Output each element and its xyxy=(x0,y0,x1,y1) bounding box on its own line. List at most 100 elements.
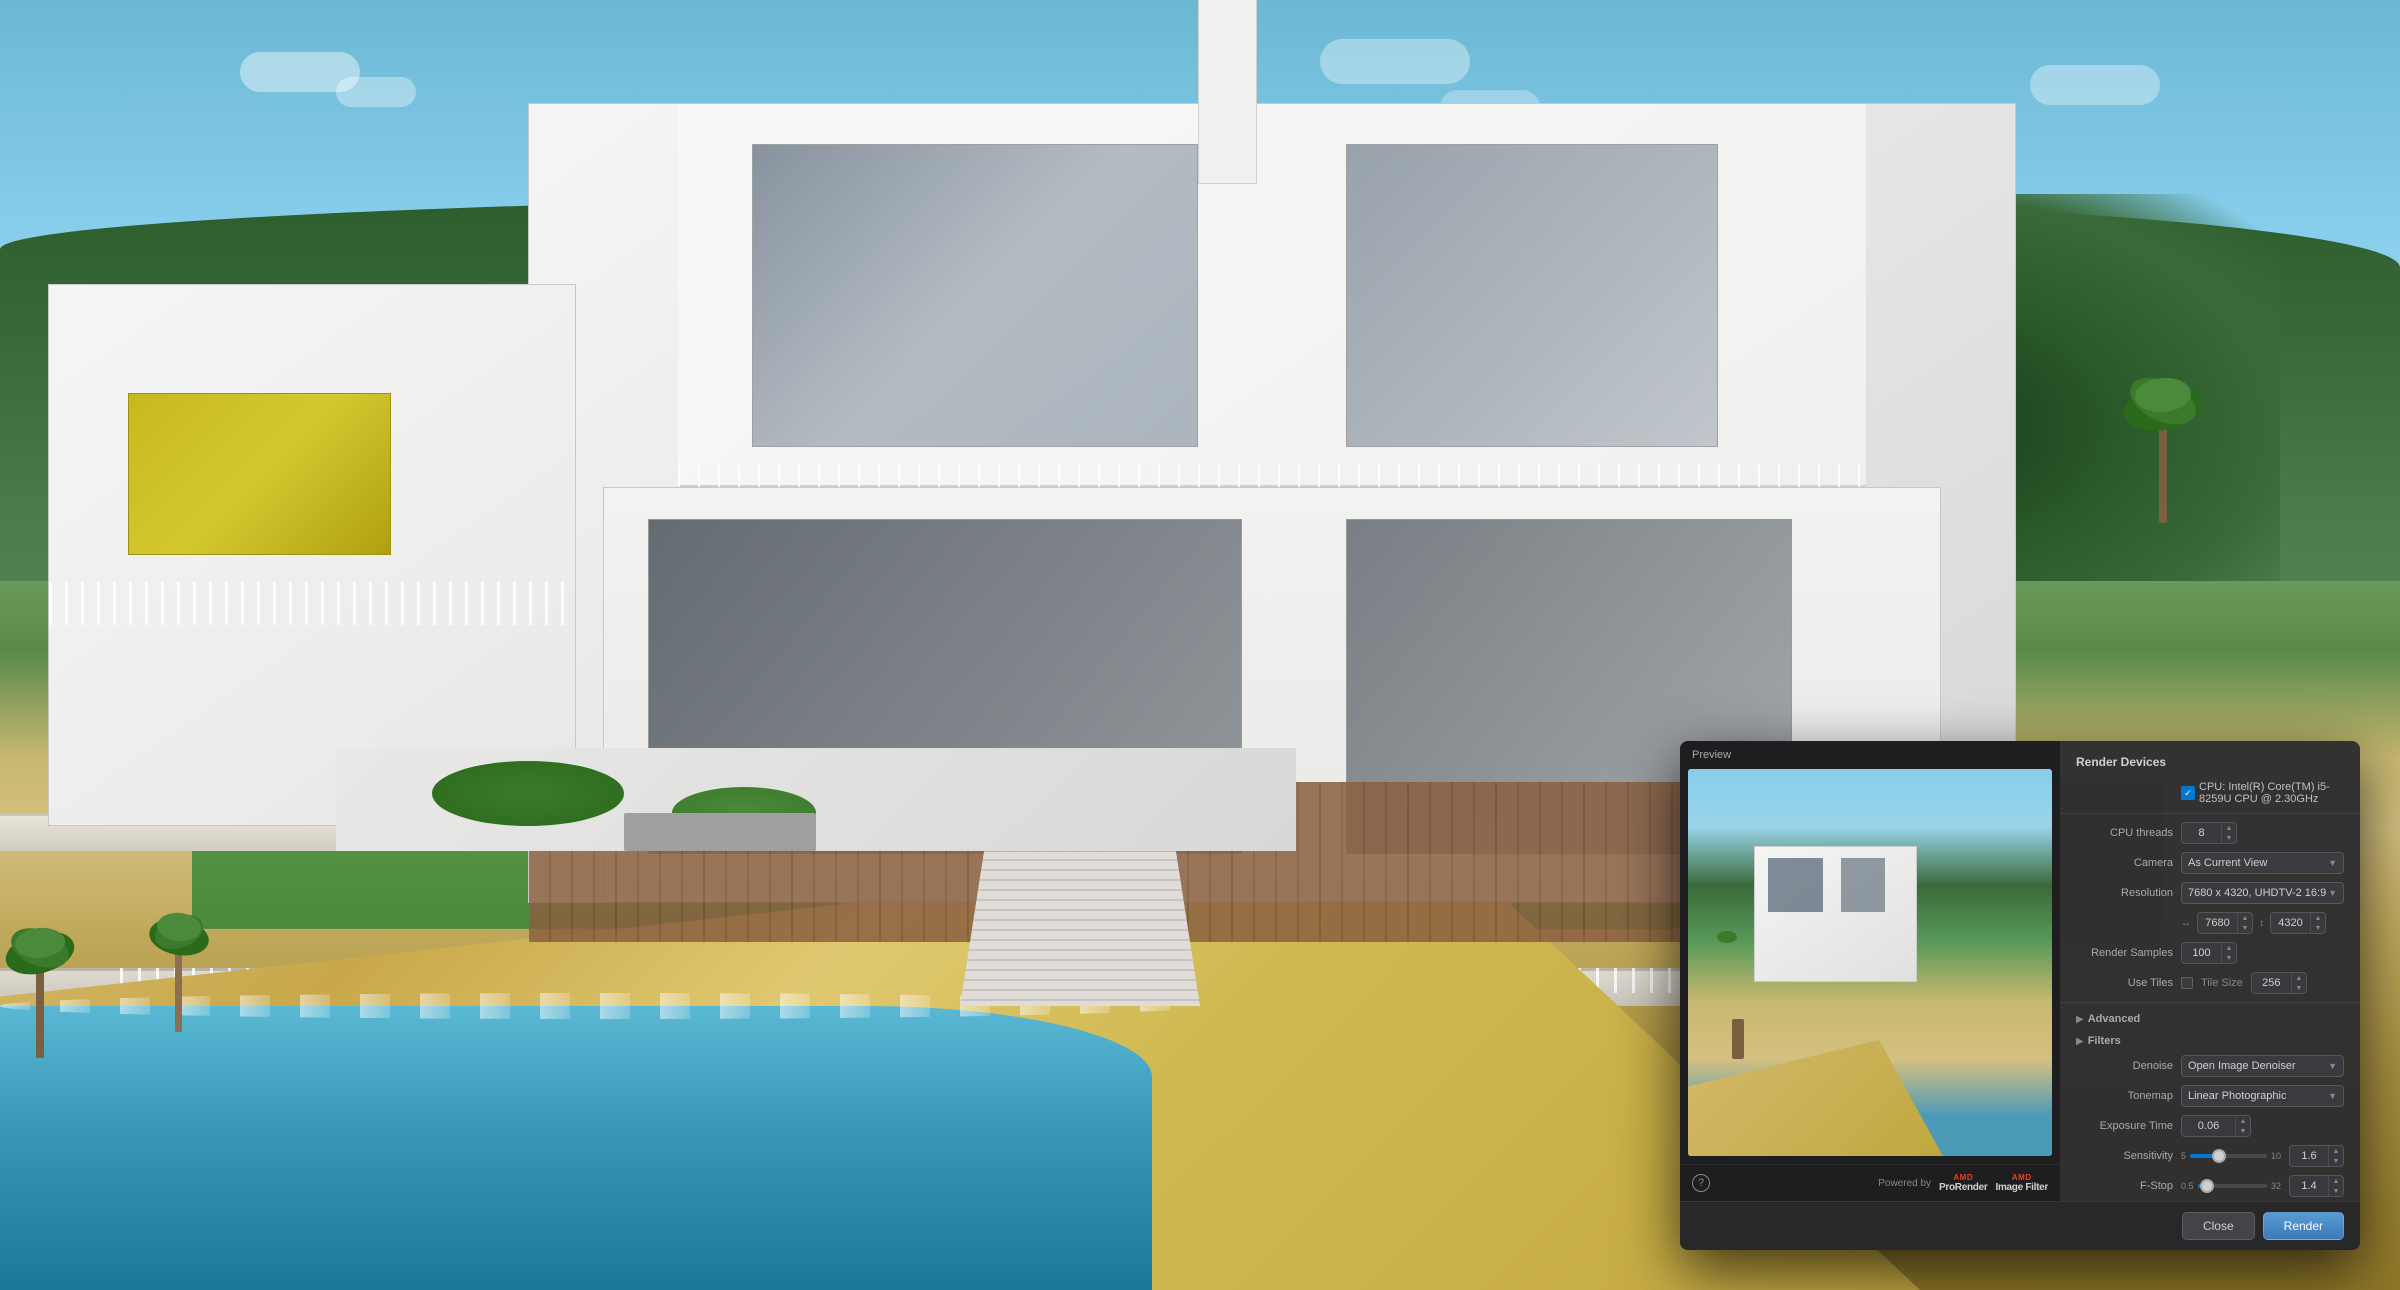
exposure-input[interactable]: 0.06 ▲ ▼ xyxy=(2181,1115,2251,1137)
height-field[interactable]: 4320 ▲ ▼ xyxy=(2270,912,2326,934)
fstop-down[interactable]: ▼ xyxy=(2329,1186,2343,1196)
preview-palm-trunk xyxy=(1732,1019,1744,1059)
tile-size-label: Tile Size xyxy=(2201,977,2243,989)
fstop-value: 1.4 xyxy=(2290,1180,2328,1192)
tiles-row: Use Tiles Tile Size 256 ▲ ▼ xyxy=(2060,968,2360,998)
denoise-dropdown[interactable]: Open Image Denoiser ▼ xyxy=(2181,1055,2344,1077)
tile-size-spinners: ▲ ▼ xyxy=(2291,973,2306,993)
advanced-label: Advanced xyxy=(2088,1013,2141,1025)
render-button[interactable]: Render xyxy=(2263,1212,2344,1240)
brand-imagefilter: AMD Image Filter xyxy=(1995,1173,2048,1193)
camera-dropdown[interactable]: As Current View ▼ xyxy=(2181,852,2344,874)
camera-control: As Current View ▼ xyxy=(2181,852,2344,874)
filters-toggle[interactable]: ▶ Filters xyxy=(2060,1029,2360,1051)
sensitivity-track xyxy=(2190,1154,2267,1158)
help-button[interactable]: ? xyxy=(1692,1174,1710,1192)
powered-by-section: Powered by AMD ProRender AMD Image Filte… xyxy=(1878,1173,2048,1193)
device-checkbox[interactable] xyxy=(2181,786,2195,800)
advanced-arrow: ▶ xyxy=(2076,1014,2084,1025)
cpu-threads-value: 8 xyxy=(2182,827,2221,839)
resolution-dropdown-arrow: ▼ xyxy=(2328,888,2337,898)
settings-section: Render Devices CPU: Intel(R) Core(TM) i5… xyxy=(2060,741,2360,1201)
filters-arrow: ▶ xyxy=(2076,1036,2084,1047)
tonemap-value: Linear Photographic xyxy=(2188,1090,2286,1102)
palm-tree-1 xyxy=(0,878,80,1058)
height-up[interactable]: ▲ xyxy=(2311,913,2325,923)
brand2-name: Image Filter xyxy=(1995,1182,2048,1193)
height-down[interactable]: ▼ xyxy=(2311,923,2325,933)
separator-2 xyxy=(2060,1002,2360,1003)
preview-image xyxy=(1688,769,2052,1156)
width-up[interactable]: ▲ xyxy=(2238,913,2252,923)
denoise-label: Denoise xyxy=(2076,1060,2181,1072)
sensitivity-down[interactable]: ▼ xyxy=(2329,1156,2343,1166)
cloud xyxy=(2030,65,2160,105)
preview-footer: ? Powered by AMD ProRender AMD Image Fil… xyxy=(1680,1164,2060,1201)
sensitivity-thumb[interactable] xyxy=(2212,1149,2226,1163)
outdoor-table xyxy=(624,813,816,852)
powered-by-text: Powered by xyxy=(1878,1178,1931,1189)
use-tiles-label: Use Tiles xyxy=(2076,977,2181,989)
brand1-name: ProRender xyxy=(1939,1182,1987,1193)
height-icon: ↕ xyxy=(2259,918,2264,929)
resolution-row: Resolution 7680 x 4320, UHDTV-2 16:9 ▼ xyxy=(2060,878,2360,908)
preview-window-1 xyxy=(1768,858,1823,912)
sensitivity-max: 10 xyxy=(2271,1151,2281,1161)
close-button[interactable]: Close xyxy=(2182,1212,2255,1240)
fstop-value-field[interactable]: 1.4 ▲ ▼ xyxy=(2289,1175,2344,1197)
camera-value: As Current View xyxy=(2188,857,2267,869)
fstop-track xyxy=(2198,1184,2267,1188)
cpu-threads-input[interactable]: 8 ▲ ▼ xyxy=(2181,822,2237,844)
cloud xyxy=(1320,39,1470,84)
width-value: 7680 xyxy=(2198,917,2237,929)
sensitivity-up[interactable]: ▲ xyxy=(2329,1146,2343,1156)
fstop-spinners: ▲ ▼ xyxy=(2328,1176,2343,1196)
width-field[interactable]: 7680 ▲ ▼ xyxy=(2197,912,2253,934)
camera-label: Camera xyxy=(2076,857,2181,869)
render-samples-value: 100 xyxy=(2182,947,2221,959)
cpu-threads-spinners: ▲ ▼ xyxy=(2221,823,2236,843)
cpu-threads-down[interactable]: ▼ xyxy=(2222,833,2236,843)
brand2-amd: AMD xyxy=(2012,1173,2032,1182)
fstop-thumb[interactable] xyxy=(2200,1179,2214,1193)
sensitivity-fill xyxy=(2190,1154,2213,1158)
cpu-threads-up[interactable]: ▲ xyxy=(2222,823,2236,833)
render-samples-input[interactable]: 100 ▲ ▼ xyxy=(2181,942,2237,964)
width-icon: ↔ xyxy=(2181,918,2191,929)
separator-1 xyxy=(2060,813,2360,814)
tile-size-down[interactable]: ▼ xyxy=(2292,983,2306,993)
palm-tree-2 xyxy=(144,872,214,1032)
tonemap-dropdown[interactable]: Linear Photographic ▼ xyxy=(2181,1085,2344,1107)
exposure-up[interactable]: ▲ xyxy=(2236,1116,2250,1126)
balcony-left xyxy=(49,582,575,625)
exposure-value: 0.06 xyxy=(2182,1120,2235,1132)
height-spinners: ▲ ▼ xyxy=(2310,913,2325,933)
width-spinners: ▲ ▼ xyxy=(2237,913,2252,933)
sensitivity-label: Sensitivity xyxy=(2076,1150,2181,1162)
tile-size-input[interactable]: 256 ▲ ▼ xyxy=(2251,972,2307,994)
window-upper-left xyxy=(752,144,1198,447)
use-tiles-checkbox[interactable] xyxy=(2181,977,2193,989)
render-samples-up[interactable]: ▲ xyxy=(2222,943,2236,953)
exposure-row: Exposure Time 0.06 ▲ ▼ xyxy=(2060,1111,2360,1141)
exposure-down[interactable]: ▼ xyxy=(2236,1126,2250,1136)
resolution-value: 7680 x 4320, UHDTV-2 16:9 xyxy=(2188,887,2326,899)
render-samples-down[interactable]: ▼ xyxy=(2222,953,2236,963)
camera-row: Camera As Current View ▼ xyxy=(2060,848,2360,878)
fstop-slider-container xyxy=(2198,1184,2267,1188)
device-row: CPU: Intel(R) Core(TM) i5-8259U CPU @ 2.… xyxy=(2060,777,2360,809)
brand-prorender: AMD ProRender xyxy=(1939,1173,1987,1193)
tonemap-control: Linear Photographic ▼ xyxy=(2181,1085,2344,1107)
tile-size-up[interactable]: ▲ xyxy=(2292,973,2306,983)
exposure-spinners: ▲ ▼ xyxy=(2235,1116,2250,1136)
resolution-dropdown[interactable]: 7680 x 4320, UHDTV-2 16:9 ▼ xyxy=(2181,882,2344,904)
width-down[interactable]: ▼ xyxy=(2238,923,2252,933)
exposure-control: 0.06 ▲ ▼ xyxy=(2181,1115,2344,1137)
preview-window-2 xyxy=(1841,858,1885,912)
fstop-up[interactable]: ▲ xyxy=(2329,1176,2343,1186)
brand1-amd: AMD xyxy=(1953,1173,1973,1182)
advanced-toggle[interactable]: ▶ Advanced xyxy=(2060,1007,2360,1029)
fstop-control: 0.5 32 1.4 ▲ ▼ xyxy=(2181,1175,2344,1197)
sensitivity-value-field[interactable]: 1.6 ▲ ▼ xyxy=(2289,1145,2344,1167)
fstop-min: 0.5 xyxy=(2181,1181,2194,1191)
